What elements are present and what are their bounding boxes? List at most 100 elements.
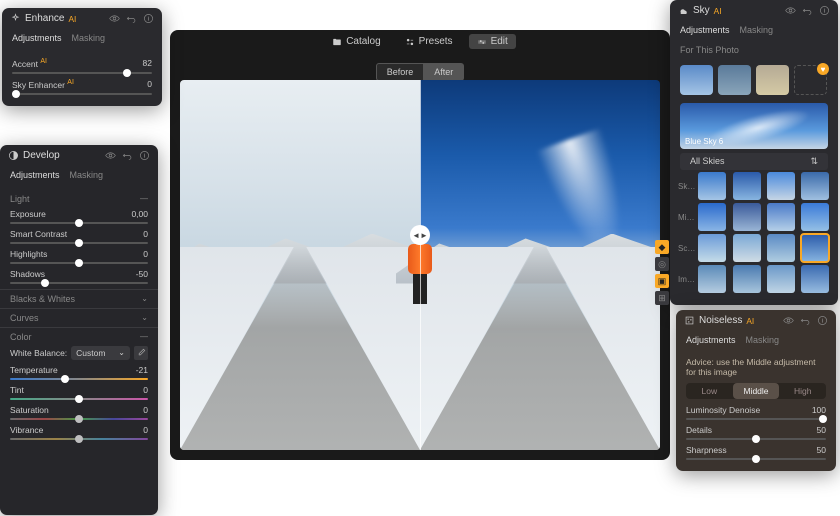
details-slider[interactable] xyxy=(686,438,826,440)
collapse-icon: — xyxy=(140,194,148,204)
sky-enhancer-value: 0 xyxy=(147,79,152,90)
exposure-slider[interactable] xyxy=(10,222,148,224)
folder-icon xyxy=(332,37,342,47)
photo-after xyxy=(420,80,660,450)
info-icon[interactable] xyxy=(817,315,828,326)
sharpness-slider[interactable] xyxy=(686,458,826,460)
sky-option[interactable] xyxy=(767,172,795,200)
undo-icon[interactable] xyxy=(802,5,813,16)
develop-title: Develop xyxy=(23,150,60,161)
luminosity-slider[interactable] xyxy=(686,418,826,420)
highlights-label: Highlights xyxy=(10,249,47,259)
white-balance-select[interactable]: Custom⌄ xyxy=(71,346,130,360)
eye-icon[interactable] xyxy=(109,13,120,24)
tool-button[interactable]: ◎ xyxy=(655,257,669,271)
smart-contrast-slider[interactable] xyxy=(10,242,148,244)
saturation-slider[interactable] xyxy=(10,418,148,420)
eye-icon[interactable] xyxy=(105,150,116,161)
sky-option[interactable] xyxy=(767,265,795,293)
masking-tab[interactable]: Masking xyxy=(70,170,104,180)
photo-before xyxy=(180,80,420,450)
after-tab[interactable]: After xyxy=(424,63,464,81)
enhance-panel: EnhanceAI Adjustments Masking Accent AI8… xyxy=(2,8,162,106)
masking-tab[interactable]: Masking xyxy=(72,33,106,43)
sky-option[interactable] xyxy=(801,172,829,200)
adjustments-tab[interactable]: Adjustments xyxy=(686,335,736,345)
tool-button[interactable]: ⊞ xyxy=(655,291,669,305)
details-label: Details xyxy=(686,425,712,435)
develop-icon xyxy=(8,150,19,161)
top-nav: Catalog Presets Edit xyxy=(170,30,670,53)
sky-thumb[interactable] xyxy=(718,65,751,95)
sky-option[interactable] xyxy=(801,234,829,262)
adjustments-tab[interactable]: Adjustments xyxy=(680,25,730,35)
sky-option[interactable] xyxy=(733,203,761,231)
eyedropper-icon xyxy=(136,348,146,358)
tool-button[interactable]: ◆ xyxy=(655,240,669,254)
eye-icon[interactable] xyxy=(783,315,794,326)
before-tab[interactable]: Before xyxy=(376,63,425,81)
catalog-tab[interactable]: Catalog xyxy=(324,34,388,49)
compare-handle[interactable]: ◄► xyxy=(410,225,430,245)
shadows-slider[interactable] xyxy=(10,282,148,284)
temperature-slider[interactable] xyxy=(10,378,148,380)
middle-button[interactable]: Middle xyxy=(733,383,780,399)
sky-option[interactable] xyxy=(733,234,761,262)
masking-tab[interactable]: Masking xyxy=(740,25,774,35)
low-button[interactable]: Low xyxy=(686,383,733,399)
undo-icon[interactable] xyxy=(126,13,137,24)
sky-option[interactable] xyxy=(733,172,761,200)
sky-option[interactable] xyxy=(801,203,829,231)
sky-option[interactable] xyxy=(801,265,829,293)
edit-tab[interactable]: Edit xyxy=(469,34,516,49)
light-section[interactable]: Light— xyxy=(10,194,148,204)
eyedropper-button[interactable] xyxy=(134,346,148,360)
compare-divider xyxy=(420,80,421,450)
sky-thumb[interactable] xyxy=(680,65,713,95)
accent-value: 82 xyxy=(143,58,152,69)
all-skies-dropdown[interactable]: All Skies⇅ xyxy=(680,153,828,170)
sky-preview-label: Blue Sky 6 xyxy=(685,137,723,146)
sky-option[interactable] xyxy=(767,234,795,262)
smart-contrast-label: Smart Contrast xyxy=(10,229,67,239)
undo-icon[interactable] xyxy=(800,315,811,326)
sky-option[interactable] xyxy=(733,265,761,293)
masking-tab[interactable]: Masking xyxy=(746,335,780,345)
highlights-value: 0 xyxy=(143,249,148,259)
adjustments-tab[interactable]: Adjustments xyxy=(12,33,62,43)
highlights-slider[interactable] xyxy=(10,262,148,264)
sky-option[interactable] xyxy=(698,172,726,200)
tint-slider[interactable] xyxy=(10,398,148,400)
sky-thumb-more[interactable]: ♥ xyxy=(794,65,827,95)
adjustments-tab[interactable]: Adjustments xyxy=(10,170,60,180)
tool-button[interactable]: ▣ xyxy=(655,274,669,288)
high-button[interactable]: High xyxy=(779,383,826,399)
accent-slider[interactable] xyxy=(12,72,152,74)
sky-enhancer-label: Sky Enhancer xyxy=(12,80,65,90)
noiseless-panel: NoiselessAI Adjustments Masking Advice: … xyxy=(676,310,836,471)
sky-option[interactable] xyxy=(698,203,726,231)
info-icon[interactable] xyxy=(819,5,830,16)
accent-thumb[interactable] xyxy=(123,69,131,77)
sky-enhancer-thumb[interactable] xyxy=(12,90,20,98)
curves-section[interactable]: Curves⌄ xyxy=(10,313,148,323)
sky-option[interactable] xyxy=(698,265,726,293)
color-section[interactable]: Color— xyxy=(10,332,148,342)
exposure-value: 0,00 xyxy=(131,209,148,219)
bw-section[interactable]: Blacks & Whites⌄ xyxy=(10,294,148,304)
undo-icon[interactable] xyxy=(122,150,133,161)
photo-viewport: ◄► xyxy=(180,80,660,450)
sky-enhancer-slider[interactable] xyxy=(12,93,152,95)
develop-panel: Develop Adjustments Masking Light— Expos… xyxy=(0,145,158,515)
info-icon[interactable] xyxy=(143,13,154,24)
luminosity-value: 100 xyxy=(812,405,826,415)
info-icon[interactable] xyxy=(139,150,150,161)
saturation-label: Saturation xyxy=(10,405,49,415)
sky-option[interactable] xyxy=(767,203,795,231)
sky-option[interactable] xyxy=(698,234,726,262)
sky-thumb[interactable] xyxy=(756,65,789,95)
sky-preview[interactable]: Blue Sky 6 xyxy=(680,103,828,149)
presets-tab[interactable]: Presets xyxy=(397,34,461,49)
vibrance-slider[interactable] xyxy=(10,438,148,440)
eye-icon[interactable] xyxy=(785,5,796,16)
